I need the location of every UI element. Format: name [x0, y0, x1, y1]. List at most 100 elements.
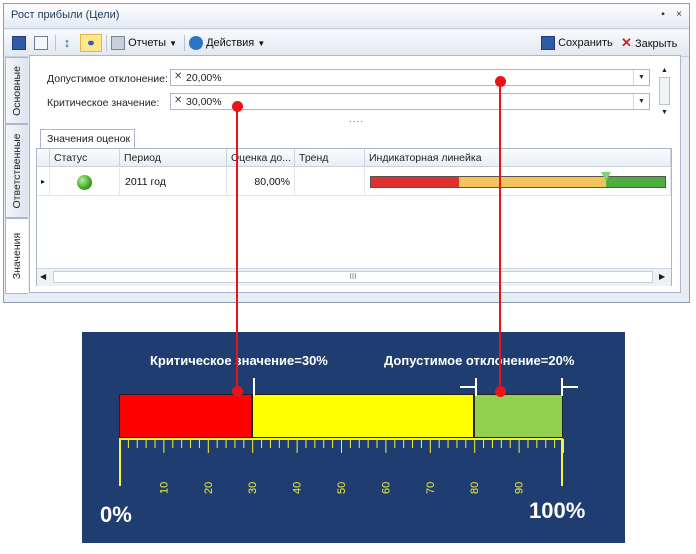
critical-caption: Критическое значение=30% [150, 353, 328, 368]
allowed-deviation-label: Допустимое отклонение: [47, 73, 168, 85]
tab-responsible-label: Ответственные [11, 133, 23, 209]
allowed-caption: Допустимое отклонение=20% [384, 353, 575, 368]
tab-main[interactable]: Основные [5, 57, 28, 124]
clear-icon[interactable]: ✕ [174, 95, 182, 106]
indicator-yellow-segment [459, 177, 607, 187]
close-button[interactable]: ✕ Закрыть [621, 34, 677, 52]
toolbar-separator [55, 35, 56, 51]
tab-estimates[interactable]: Значения оценок [40, 129, 135, 149]
indicator-marker-icon [601, 172, 612, 181]
indicator-scale-diagram: Критическое значение=30% Допустимое откл… [82, 332, 625, 543]
reports-label: Отчеты [128, 37, 167, 49]
table-row-status [50, 168, 120, 196]
scroll-up-icon[interactable]: ▲ [661, 67, 668, 74]
move-arrows-icon: ↕ [63, 35, 71, 51]
tab-main-label: Основные [11, 65, 23, 116]
allowed-connector-top-dot [495, 76, 506, 87]
actions-icon [189, 36, 203, 51]
close-label: Закрыть [634, 38, 678, 50]
table-row-indicator [365, 168, 671, 196]
critical-connector-top-dot [232, 101, 243, 112]
max-label: 100% [529, 498, 586, 523]
close-icon: ✕ [621, 35, 632, 50]
row-indicator-header [37, 149, 50, 167]
actions-menu[interactable]: Действия ▼ [189, 34, 265, 52]
indicator-red-segment [371, 177, 460, 187]
scale-segment-ok [474, 394, 563, 438]
reports-menu[interactable]: Отчеты ▼ [111, 34, 177, 52]
column-header-indicator[interactable]: Индикаторная линейка [365, 149, 671, 167]
scale-tick-label: 60 [380, 482, 392, 494]
chevron-down-icon[interactable]: ▼ [633, 70, 649, 85]
scroll-down-icon[interactable]: ▼ [661, 109, 668, 116]
critical-connector [236, 106, 238, 392]
allowed-left-cap [460, 386, 476, 388]
column-header-period[interactable]: Период [120, 149, 227, 167]
save-button[interactable] [12, 34, 26, 52]
printer-icon [111, 36, 125, 51]
allowed-connector-bottom-dot [495, 386, 506, 397]
scale-bar [119, 394, 563, 438]
table-row-period: 2011 год [120, 168, 227, 196]
window-title: Рост прибыли (Цели) [11, 9, 120, 21]
scale-tick-label: 40 [292, 482, 304, 494]
min-label: 0% [100, 502, 132, 527]
chevron-down-icon: ▼ [169, 39, 178, 48]
critical-marker [253, 378, 255, 396]
form-scrollbar[interactable]: ▲ ▼ [658, 67, 671, 119]
allowed-right-cap [562, 386, 578, 388]
grid-horizontal-scrollbar[interactable]: ◀ III ▶ [37, 268, 671, 286]
splitter-grip[interactable]: .... [349, 114, 364, 125]
scale-segment-warning [252, 394, 475, 438]
scroll-thumb[interactable]: III [53, 271, 653, 283]
chevron-down-icon[interactable]: ▼ [633, 94, 649, 109]
save-close-button[interactable]: Сохранить [541, 34, 613, 52]
clear-icon[interactable]: ✕ [174, 71, 182, 82]
refresh-button[interactable] [34, 34, 48, 52]
column-header-status[interactable]: Статус [50, 149, 120, 167]
scale-tick-label: 20 [203, 482, 215, 494]
row-indicator[interactable]: ▸ [37, 168, 50, 196]
estimates-grid: Статус Период Оценка до... Тренд Индикат… [36, 148, 672, 286]
link-button[interactable]: ⚭ [80, 34, 102, 52]
scale-tick-label: 10 [158, 482, 170, 494]
scale-tick-label: 50 [336, 482, 348, 494]
critical-value-label: Критическое значение: [47, 97, 160, 109]
scale-tick-label: 90 [514, 482, 526, 494]
floppy-icon [12, 36, 26, 51]
status-green-icon [77, 175, 92, 190]
chevron-down-icon: ▼ [257, 39, 266, 48]
tab-responsible[interactable]: Ответственные [5, 124, 28, 218]
column-header-trend[interactable]: Тренд [295, 149, 365, 167]
side-tabs: Основные Ответственные Значения [5, 57, 29, 294]
title-bar: Рост прибыли (Цели) ▪ × [4, 4, 689, 29]
toolbar-separator [106, 35, 107, 51]
scale-tick-label: 30 [247, 482, 259, 494]
scroll-left-icon[interactable]: ◀ [40, 272, 46, 281]
tab-values-label: Значения [11, 232, 23, 280]
actions-label: Действия [206, 37, 255, 49]
toolbar: ↕ ⚭ Отчеты ▼ Действия ▼ Сохранить ✕ Закр… [4, 30, 689, 57]
scale-segment-critical [119, 394, 253, 438]
close-window-icon[interactable]: × [672, 8, 686, 22]
allowed-connector [499, 81, 501, 392]
scale-tick-label: 70 [425, 482, 437, 494]
critical-value-value: 30,00% [186, 96, 222, 108]
table-row-trend [295, 168, 365, 196]
allowed-deviation-field[interactable]: ✕ 20,00% ▼ [170, 69, 650, 86]
scroll-right-icon[interactable]: ▶ [659, 272, 665, 281]
link-icon: ⚭ [86, 38, 96, 50]
toolbar-separator [184, 35, 185, 51]
pin-icon[interactable]: ▪ [656, 8, 670, 22]
floppy-icon [541, 36, 555, 51]
tab-values[interactable]: Значения [5, 218, 28, 294]
scale-tick-label: 80 [469, 482, 481, 494]
save-close-label: Сохранить [558, 37, 613, 49]
move-button[interactable]: ↕ [60, 34, 74, 52]
indicator-green-segment [606, 177, 665, 187]
critical-connector-bottom-dot [232, 386, 243, 397]
indicator-bar [370, 172, 666, 188]
allowed-deviation-value: 20,00% [186, 72, 222, 84]
scroll-thumb[interactable] [659, 77, 670, 105]
refresh-icon [34, 36, 48, 51]
